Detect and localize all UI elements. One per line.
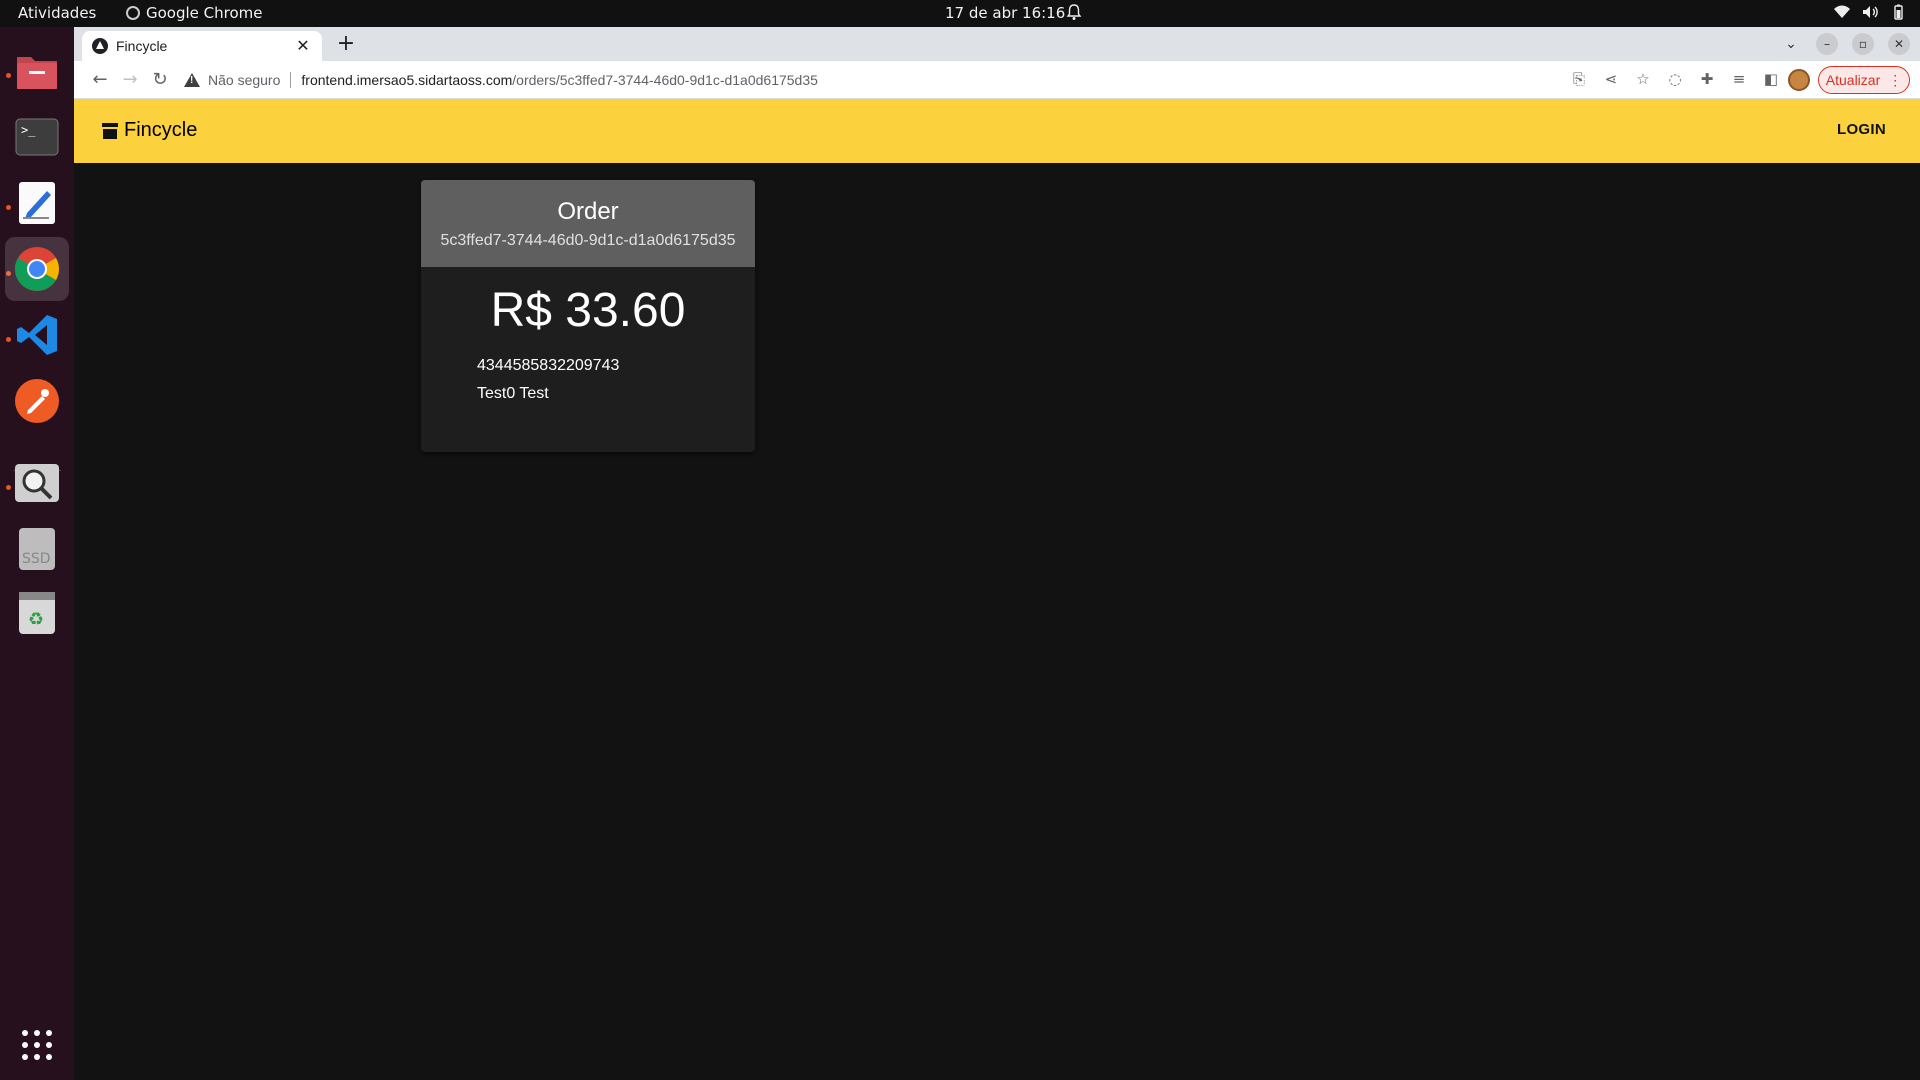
chrome-icon: [126, 6, 140, 20]
activities-button[interactable]: Atividades: [18, 4, 96, 22]
tab-fincycle[interactable]: Fincycle ✕: [82, 31, 322, 61]
extensions-puzzle-icon[interactable]: ✚: [1698, 70, 1716, 88]
update-label: Atualizar: [1825, 72, 1881, 88]
ssd-icon[interactable]: SSD: [13, 525, 61, 573]
bookmark-star-icon[interactable]: ☆: [1634, 70, 1652, 88]
window-controls: ⌄ – ▫ ✕: [1780, 33, 1910, 55]
svg-text:SSD: SSD: [22, 551, 51, 567]
svg-text:>_: >_: [21, 123, 36, 137]
new-tab-button[interactable]: +: [332, 32, 360, 58]
brand[interactable]: Fincycle: [102, 119, 197, 142]
app-header: Fincycle LOGIN: [74, 99, 1920, 163]
system-tray[interactable]: [1834, 4, 1906, 20]
browser-toolbar: ← → ↻ Não seguro frontend.imersao5.sidar…: [74, 61, 1920, 99]
running-indicator: [6, 337, 11, 342]
tab-strip: Fincycle ✕ + ⌄ – ▫ ✕: [74, 27, 1920, 61]
address-bar[interactable]: Não seguro frontend.imersao5.sidartaoss.…: [184, 65, 1624, 95]
text-editor-icon[interactable]: [13, 179, 61, 227]
close-window-icon[interactable]: ✕: [1888, 33, 1910, 55]
media-queue-icon[interactable]: ≡: [1730, 70, 1748, 88]
dock: >_ SSD ♻: [0, 27, 74, 1080]
chrome-icon[interactable]: [5, 237, 69, 301]
toolbar-icons: ⎘ ⋖ ☆ ◌ ✚ ≡ ◧: [1570, 70, 1780, 88]
security-label: Não seguro: [208, 72, 281, 88]
app-menu[interactable]: Google Chrome: [126, 4, 263, 22]
running-indicator: [6, 73, 11, 78]
trash-icon[interactable]: ♻: [13, 589, 61, 637]
tab-search-icon[interactable]: ⌄: [1780, 33, 1802, 55]
login-button[interactable]: LOGIN: [1837, 121, 1886, 138]
volume-icon: [1863, 6, 1878, 18]
wifi-icon: [1834, 5, 1850, 18]
reload-icon[interactable]: ↻: [148, 68, 172, 92]
translate-icon[interactable]: ⎘: [1570, 70, 1588, 88]
extension-icon[interactable]: ◌: [1666, 70, 1684, 88]
files-icon[interactable]: [13, 47, 61, 95]
app-grid-icon[interactable]: [13, 1021, 61, 1069]
url-path: /orders/5c3ffed7-3744-46d0-9d1c-d1a0d617…: [512, 72, 818, 88]
order-id: 5c3ffed7-3744-46d0-9d1c-d1a0d6175d35: [440, 232, 736, 249]
restore-icon[interactable]: ▫: [1852, 33, 1874, 55]
close-tab-icon[interactable]: ✕: [294, 36, 312, 56]
card-number: 4344585832209743: [477, 357, 620, 374]
order-card: Order 5c3ffed7-3744-46d0-9d1c-d1a0d6175d…: [421, 180, 755, 452]
order-card-header: Order 5c3ffed7-3744-46d0-9d1c-d1a0d6175d…: [421, 180, 755, 267]
brand-name: Fincycle: [124, 119, 198, 141]
site-favicon-icon: [92, 38, 108, 54]
terminal-icon[interactable]: >_: [13, 113, 61, 161]
running-indicator: [6, 205, 11, 210]
svg-text:♻: ♻: [28, 609, 44, 630]
battery-icon: [1894, 4, 1903, 20]
back-icon[interactable]: ←: [88, 68, 112, 92]
profile-avatar[interactable]: [1788, 69, 1810, 91]
bell-icon[interactable]: [1066, 3, 1082, 21]
store-icon: [102, 122, 118, 139]
vscode-icon[interactable]: [13, 311, 61, 359]
order-details: 4344585832209743 Test0 Test: [421, 352, 755, 408]
side-panel-icon[interactable]: ◧: [1762, 70, 1780, 88]
address-separator: [290, 72, 292, 88]
system-top-bar: Atividades Google Chrome 17 de abr 16:16: [0, 0, 1920, 27]
forward-icon[interactable]: →: [118, 68, 142, 92]
more-menu-icon: ⋮: [1888, 71, 1903, 88]
minimize-icon[interactable]: –: [1816, 33, 1838, 55]
tab-title: Fincycle: [116, 38, 168, 54]
order-title: Order: [557, 198, 619, 225]
clock[interactable]: 17 de abr 16:16: [945, 4, 1065, 22]
disk-usage-icon[interactable]: [13, 459, 61, 507]
warning-icon: [184, 73, 200, 87]
postman-icon[interactable]: [13, 377, 61, 425]
url-host: frontend.imersao5.sidartaoss.com: [301, 72, 513, 88]
share-icon[interactable]: ⋖: [1602, 70, 1620, 88]
update-button[interactable]: Atualizar ⋮: [1818, 66, 1910, 94]
browser-window: Fincycle ✕ + ⌄ – ▫ ✕ ← → ↻ Não seguro fr…: [74, 27, 1920, 1080]
running-indicator: [6, 485, 11, 490]
order-amount: R$ 33.60: [490, 284, 686, 337]
app-menu-label: Google Chrome: [146, 4, 263, 22]
card-holder-name: Test0 Test: [477, 385, 549, 402]
